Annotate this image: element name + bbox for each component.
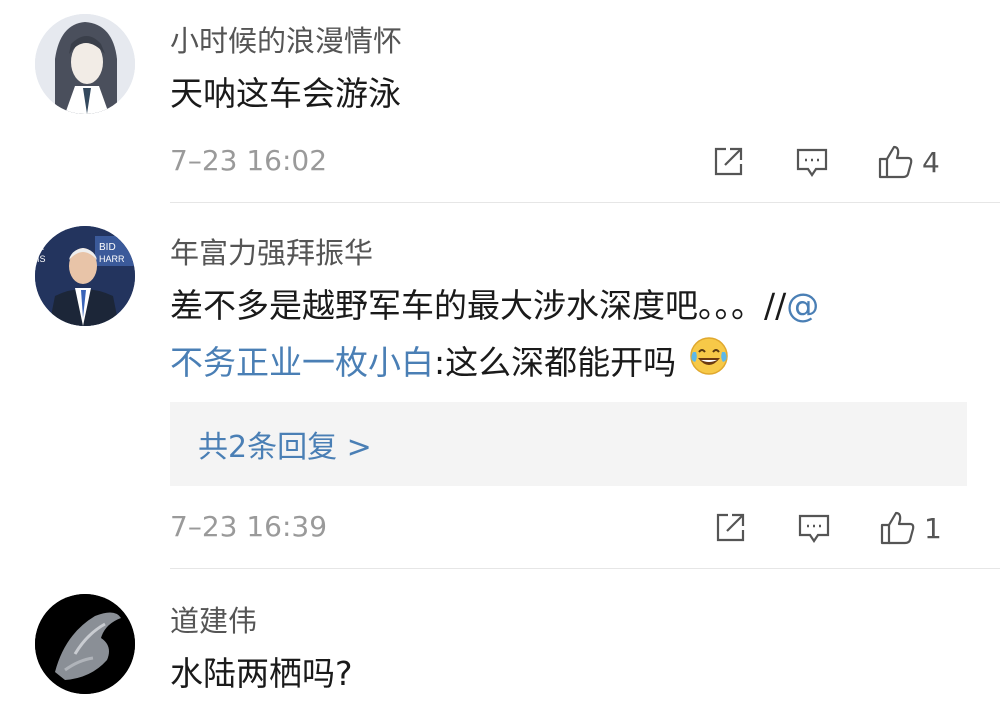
username[interactable]: 年富力强拜振华 [170,230,373,272]
mention-at[interactable]: @ [786,286,819,325]
timestamp: 7–23 16:02 [170,144,328,177]
like-button[interactable]: 4 [876,142,940,182]
thumbs-up-icon [878,509,916,547]
share-icon [712,510,748,546]
comment-actions: 1 [712,508,974,548]
username[interactable]: 道建伟 [170,598,257,640]
username[interactable]: 小时候的浪漫情怀 [170,18,402,60]
comment-text-line1: 差不多是越野军车的最大涉水深度吧。。。// [170,286,787,325]
avatar[interactable] [35,594,135,694]
share-button[interactable] [710,142,746,182]
comment-item: BID HARR N IS 年富力强拜振华 差不多是越野军车的最大涉水深度吧。。… [0,204,1000,566]
like-count: 1 [924,511,942,545]
comment-text-line2: :这么深都能开吗 [434,343,677,382]
comment-item: 道建伟 水陆两栖吗? [0,570,1000,717]
share-button[interactable] [712,508,748,548]
timestamp: 7–23 16:39 [170,510,328,543]
svg-text:IS: IS [37,254,46,264]
view-replies-link[interactable]: 共2条回复 > [198,422,372,466]
reply-summary-box[interactable]: 共2条回复 > [170,402,967,486]
svg-text:N: N [37,242,44,253]
like-count: 4 [922,145,940,179]
mention-link[interactable]: 不务正业一枚小白 [170,343,434,382]
svg-text:BID: BID [99,242,116,253]
comment-icon [796,510,832,546]
share-icon [710,144,746,180]
divider [170,202,1000,203]
comment-button[interactable] [794,142,830,182]
comment-text: 差不多是越野军车的最大涉水深度吧。。。//@ [170,278,819,334]
comment-icon [794,144,830,180]
divider [170,568,1000,569]
avatar[interactable]: BID HARR N IS [35,226,135,326]
comment-button[interactable] [796,508,832,548]
comment-text: 不务正业一枚小白:这么深都能开吗 [170,334,731,395]
comment-text: 水陆两栖吗? [170,654,353,693]
like-button[interactable]: 1 [878,508,942,548]
comment-item: 小时候的浪漫情怀 天呐这车会游泳 7–23 16:02 4 [0,0,1000,200]
laughing-crying-emoji [687,334,731,395]
comment-text: 天呐这车会游泳 [170,74,401,113]
thumbs-up-icon [876,143,914,181]
svg-text:HARR: HARR [99,254,125,264]
avatar[interactable] [35,14,135,114]
comment-actions: 4 [710,142,970,182]
